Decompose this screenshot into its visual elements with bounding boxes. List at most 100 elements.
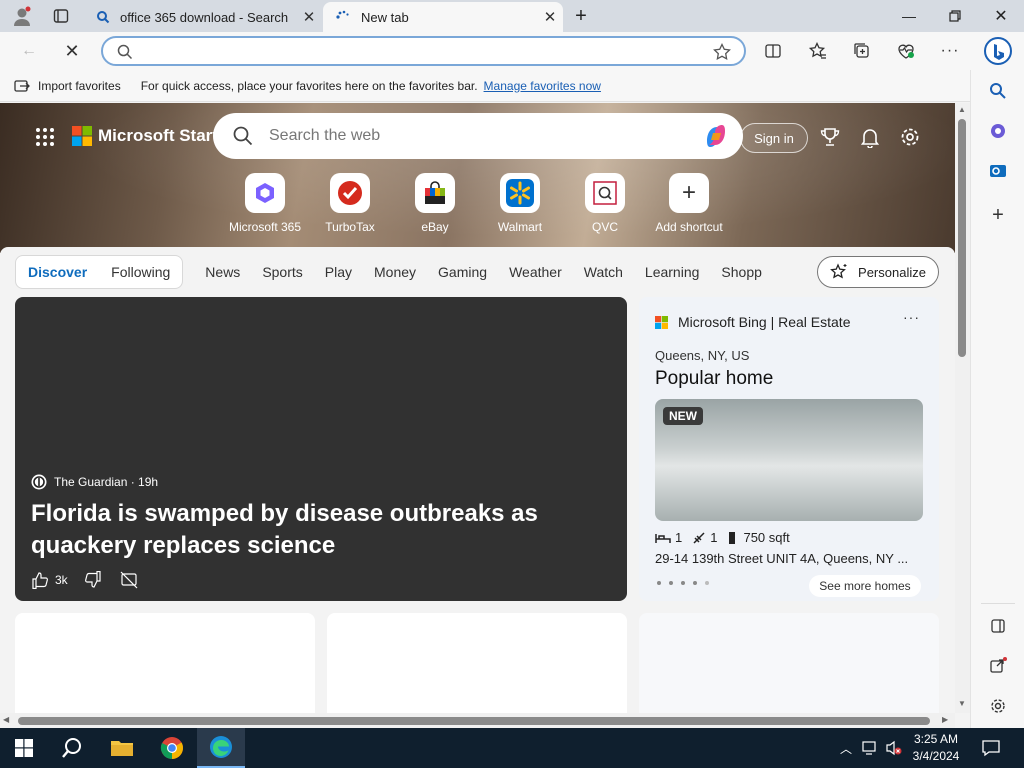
web-search-box[interactable]: Search the web (213, 113, 743, 159)
personalize-button[interactable]: Personalize (817, 256, 939, 288)
hide-story-icon[interactable] (120, 571, 138, 589)
copilot-button[interactable] (981, 34, 1015, 68)
sign-in-button[interactable]: Sign in (740, 123, 808, 153)
split-screen-button[interactable] (758, 36, 788, 66)
taskbar-clock[interactable]: 3:25 AM 3/4/2024 (904, 731, 968, 765)
restore-button[interactable] (932, 0, 978, 32)
feed-card-placeholder (15, 613, 315, 713)
tab-search[interactable]: office 365 download - Search ✕ (84, 2, 322, 32)
real-estate-card[interactable]: Microsoft Bing | Real Estate ··· Queens,… (639, 297, 939, 601)
shortcut-microsoft365[interactable]: Microsoft 365 (222, 173, 308, 234)
story-actions: 3k (31, 571, 138, 589)
add-shortcut-button[interactable]: + Add shortcut (646, 173, 732, 234)
import-favorites-button[interactable]: Import favorites (14, 78, 121, 94)
browser-essentials-button[interactable] (891, 36, 921, 66)
scroll-up-icon[interactable]: ▲ (958, 105, 966, 114)
thumbs-up-icon[interactable] (31, 571, 49, 589)
microsoft-logo-icon (72, 126, 92, 146)
tab-following[interactable]: Following (99, 264, 182, 280)
tab-new-tab[interactable]: New tab ✕ (323, 2, 563, 32)
shortcut-ebay[interactable]: eBay (392, 173, 478, 234)
sidebar-microsoft365-button[interactable] (985, 118, 1011, 144)
nav-item[interactable]: Money (374, 264, 416, 280)
thumbs-down-icon[interactable] (84, 571, 102, 589)
search-icon (62, 738, 81, 758)
show-hidden-icons-button[interactable]: ︿ (832, 728, 860, 768)
microsoft-start-logo[interactable]: Microsoft Start (72, 126, 218, 146)
listing-image[interactable]: NEW (655, 399, 923, 521)
card-more-options-button[interactable]: ··· (903, 309, 920, 325)
nav-item[interactable]: Gaming (438, 264, 487, 280)
external-link-button[interactable] (985, 653, 1011, 679)
vertical-scrollbar[interactable]: ▲ ▼ (955, 103, 970, 713)
collections-button[interactable] (847, 36, 877, 66)
microsoft-logo-icon (655, 315, 668, 329)
apps-launcher-button[interactable] (33, 125, 57, 149)
collections-icon (854, 43, 869, 58)
taskbar-file-explorer[interactable] (98, 728, 146, 768)
tab-actions-button[interactable] (38, 0, 84, 32)
minimize-button[interactable]: — (886, 0, 932, 32)
settings-and-more-button[interactable]: ··· (935, 36, 965, 66)
notifications-button[interactable] (858, 125, 882, 149)
close-window-button[interactable]: ✕ (978, 0, 1024, 32)
favorite-star-icon[interactable] (713, 43, 731, 61)
baths-count: 1 (710, 530, 718, 545)
nav-item[interactable]: Watch (584, 264, 623, 280)
shortcut-turbotax[interactable]: TurboTax (307, 173, 393, 234)
network-status[interactable] (858, 728, 882, 768)
nav-item[interactable]: Weather (509, 264, 562, 280)
nav-item[interactable]: Play (325, 264, 352, 280)
taskbar-edge[interactable] (197, 728, 245, 768)
microsoft365-icon (991, 124, 1005, 138)
nav-item[interactable]: Sports (262, 264, 302, 280)
address-bar[interactable] (101, 36, 746, 66)
import-favorites-label: Import favorites (38, 78, 121, 93)
tab-discover[interactable]: Discover (16, 264, 99, 280)
scroll-down-icon[interactable]: ▼ (958, 699, 966, 708)
external-link-icon (990, 657, 1007, 673)
volume-status[interactable] (882, 728, 906, 768)
sidebar-add-button[interactable]: + (985, 202, 1011, 228)
story-headline[interactable]: Florida is swamped by disease outbreaks … (31, 498, 621, 562)
bell-icon (860, 129, 880, 148)
clock-date: 3/4/2024 (912, 749, 960, 763)
close-tab-icon[interactable]: ✕ (296, 8, 322, 26)
taskbar-search-button[interactable] (48, 728, 96, 768)
copilot-icon[interactable] (701, 121, 731, 151)
search-icon (117, 44, 133, 60)
scrollbar-thumb[interactable] (18, 717, 930, 725)
shortcut-walmart[interactable]: Walmart (477, 173, 563, 234)
sidebar-settings-button[interactable] (985, 693, 1011, 719)
edge-icon (210, 736, 232, 758)
manage-favorites-link[interactable]: Manage favorites now (484, 79, 601, 93)
new-tab-button[interactable]: + (558, 0, 604, 32)
nav-item[interactable]: Learning (645, 264, 700, 280)
card-brand-text: Microsoft Bing | Real Estate (678, 314, 851, 330)
scroll-right-icon[interactable]: ▶ (942, 715, 948, 724)
horizontal-scrollbar[interactable]: ◀ ▶ (0, 713, 955, 728)
shortcut-qvc[interactable]: QVC (562, 173, 648, 234)
chrome-icon (160, 737, 183, 759)
notification-center-button[interactable] (968, 728, 1014, 768)
hide-sidebar-button[interactable] (985, 613, 1011, 639)
back-button[interactable]: ← (14, 36, 44, 66)
scroll-left-icon[interactable]: ◀ (3, 715, 9, 724)
scrollbar-thumb[interactable] (958, 119, 966, 357)
sidebar-search-button[interactable] (985, 78, 1011, 104)
taskbar-chrome[interactable] (148, 728, 196, 768)
start-button[interactable] (0, 728, 48, 768)
stop-loading-button[interactable]: ✕ (57, 36, 87, 66)
search-icon (233, 126, 253, 146)
see-more-homes-button[interactable]: See more homes (809, 575, 921, 597)
new-tab-page: Microsoft Start Search the web Sign in M… (0, 103, 955, 713)
nav-item[interactable]: Shopp (721, 264, 761, 280)
favorites-button[interactable] (803, 36, 833, 66)
story-source: The Guardian · 19h (31, 474, 158, 490)
rewards-button[interactable] (818, 125, 842, 149)
page-settings-button[interactable] (898, 125, 922, 149)
sidebar-outlook-button[interactable] (985, 158, 1011, 184)
carousel-dots[interactable] (657, 581, 717, 585)
nav-item[interactable]: News (205, 264, 240, 280)
top-story-card[interactable]: The Guardian · 19h Florida is swamped by… (15, 297, 627, 601)
